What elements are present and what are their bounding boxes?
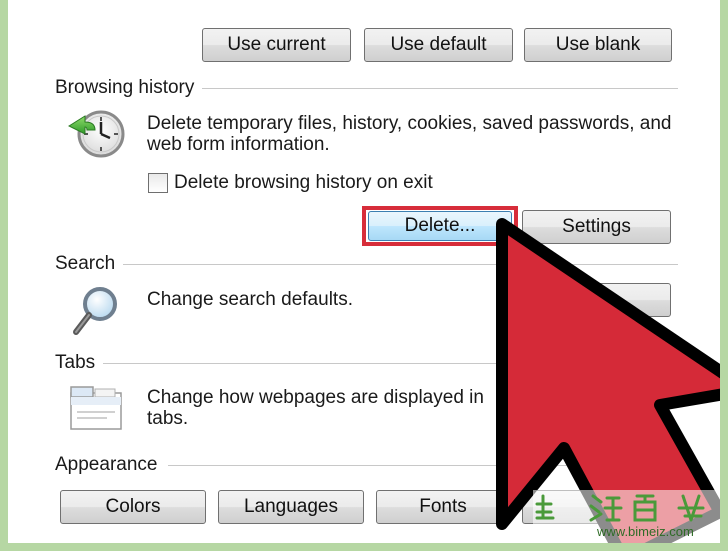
watermark-site: www.bimeiz.com <box>597 524 694 539</box>
red-arrow-icon <box>496 218 720 543</box>
watermark: www.bimeiz.com <box>533 490 720 543</box>
internet-options-panel: Use current Use default Use blank Browsi… <box>8 0 720 543</box>
